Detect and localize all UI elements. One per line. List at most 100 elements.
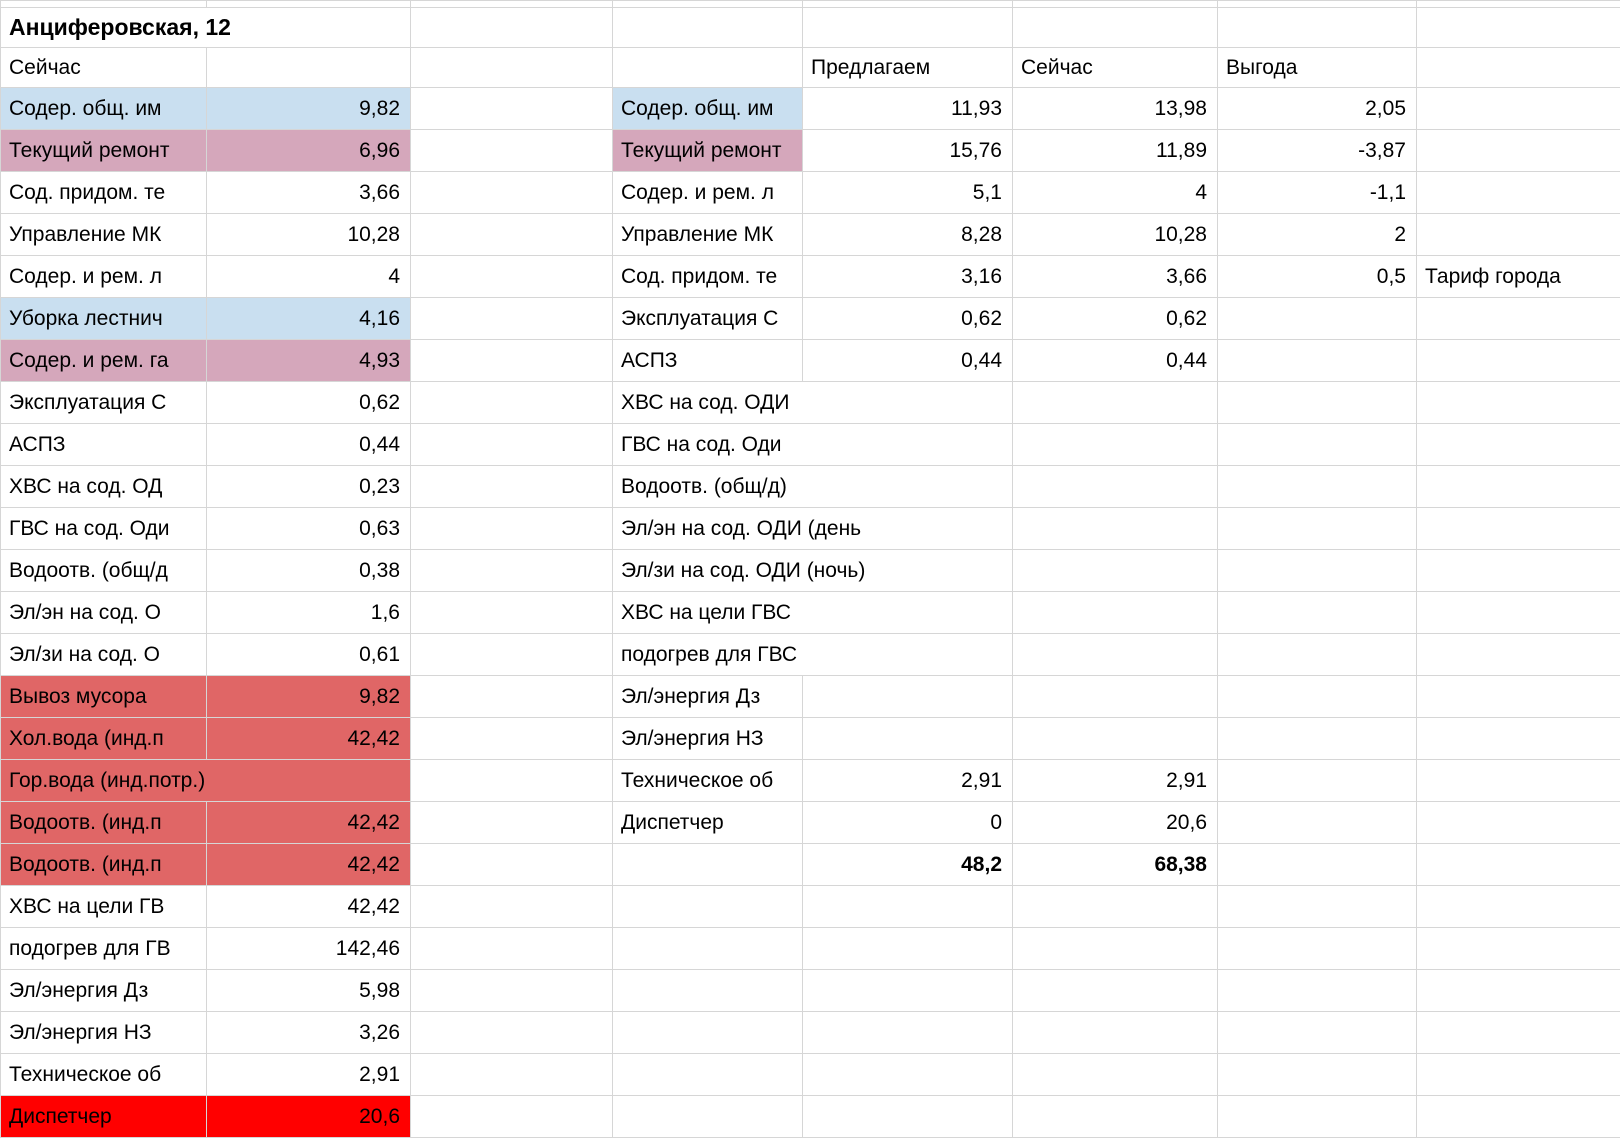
note-cell[interactable] — [1416, 171, 1620, 214]
value-cell[interactable]: 42,42 — [206, 843, 411, 886]
note-cell[interactable] — [1416, 675, 1620, 718]
service-label-cell[interactable]: Эксплуатация С — [0, 381, 207, 424]
offer-cell[interactable] — [802, 717, 1013, 760]
benefit-cell[interactable] — [1217, 675, 1417, 718]
empty-cell[interactable] — [1217, 1053, 1417, 1096]
value-cell[interactable]: 0,38 — [206, 549, 411, 592]
offer-cell[interactable]: 15,76 — [802, 129, 1013, 172]
service-label-cell[interactable]: ГВС на сод. Оди — [0, 507, 207, 550]
service-label-cell[interactable]: Эл/зи на сод. ОДИ (ночь) — [612, 549, 1013, 592]
offer-cell[interactable]: 11,93 — [802, 87, 1013, 130]
service-label-cell[interactable]: Содер. и рем. л — [612, 171, 803, 214]
current-cell[interactable] — [1012, 465, 1218, 508]
empty-cell[interactable] — [802, 927, 1013, 970]
value-cell[interactable]: 5,98 — [206, 969, 411, 1012]
current-cell[interactable] — [1012, 633, 1218, 676]
benefit-cell[interactable] — [1217, 507, 1417, 550]
empty-cell[interactable] — [410, 339, 613, 382]
value-cell[interactable]: 42,42 — [206, 717, 411, 760]
value-cell[interactable]: 0,63 — [206, 507, 411, 550]
benefit-cell[interactable] — [1217, 591, 1417, 634]
empty-cell[interactable] — [1012, 0, 1218, 8]
service-label-cell[interactable]: ХВС на цели ГВС — [612, 591, 1013, 634]
empty-cell[interactable] — [410, 1011, 613, 1054]
empty-cell[interactable] — [1012, 885, 1218, 928]
service-label-cell[interactable]: Эл/энергия Дз — [612, 675, 803, 718]
empty-cell[interactable] — [612, 0, 803, 8]
service-label-cell[interactable]: ХВС на сод. ОДИ — [612, 381, 1013, 424]
empty-cell[interactable] — [410, 171, 613, 214]
value-cell[interactable]: 3,66 — [206, 171, 411, 214]
left-now-header-cell[interactable]: Сейчас — [0, 47, 207, 88]
offer-cell[interactable]: 0,62 — [802, 297, 1013, 340]
service-label-cell[interactable]: ГВС на сод. Оди — [612, 423, 1013, 466]
note-cell[interactable] — [1416, 129, 1620, 172]
service-label-cell[interactable]: Текущий ремонт — [612, 129, 803, 172]
current-cell[interactable] — [1012, 381, 1218, 424]
service-label-cell[interactable]: Эл/эн на сод. О — [0, 591, 207, 634]
service-label-cell[interactable]: Эл/эн на сод. ОДИ (день — [612, 507, 1013, 550]
note-cell[interactable] — [1416, 339, 1620, 382]
value-cell[interactable]: 10,28 — [206, 213, 411, 256]
current-cell[interactable]: 20,6 — [1012, 801, 1218, 844]
empty-cell[interactable] — [1217, 1095, 1417, 1138]
service-label-cell[interactable]: Эл/зи на сод. О — [0, 633, 207, 676]
benefit-cell[interactable] — [1217, 717, 1417, 760]
empty-cell[interactable] — [1012, 927, 1218, 970]
current-cell[interactable]: 13,98 — [1012, 87, 1218, 130]
service-label-cell[interactable]: Текущий ремонт — [0, 129, 207, 172]
empty-cell[interactable] — [410, 7, 613, 48]
benefit-cell[interactable]: 0,5 — [1217, 255, 1417, 298]
value-cell[interactable]: 20,6 — [206, 1095, 411, 1138]
empty-cell[interactable] — [410, 633, 613, 676]
benefit-cell[interactable]: 2,05 — [1217, 87, 1417, 130]
note-cell[interactable] — [1416, 423, 1620, 466]
note-cell[interactable] — [1416, 549, 1620, 592]
value-cell[interactable]: 0,23 — [206, 465, 411, 508]
service-label-cell[interactable]: Управление МК — [0, 213, 207, 256]
benefit-cell[interactable]: 2 — [1217, 213, 1417, 256]
service-label-cell[interactable]: ХВС на сод. ОД — [0, 465, 207, 508]
current-cell[interactable]: 2,91 — [1012, 759, 1218, 802]
value-cell[interactable]: 142,46 — [206, 927, 411, 970]
service-label-cell[interactable]: Вывоз мусора — [0, 675, 207, 718]
empty-cell[interactable] — [410, 381, 613, 424]
service-label-cell[interactable]: Содер. и рем. л — [0, 255, 207, 298]
service-label-cell[interactable]: Водоотв. (инд.п — [0, 801, 207, 844]
note-cell[interactable] — [1416, 213, 1620, 256]
value-cell[interactable]: 0,62 — [206, 381, 411, 424]
empty-cell[interactable] — [1217, 843, 1417, 886]
service-label-cell[interactable]: Эл/энергия НЗ — [0, 1011, 207, 1054]
service-label-cell[interactable]: Уборка лестнич — [0, 297, 207, 340]
empty-cell[interactable] — [1416, 1011, 1620, 1054]
benefit-cell[interactable] — [1217, 465, 1417, 508]
offer-cell[interactable]: 5,1 — [802, 171, 1013, 214]
current-cell[interactable] — [1012, 591, 1218, 634]
empty-cell[interactable] — [802, 7, 1013, 48]
empty-cell[interactable] — [410, 927, 613, 970]
note-cell[interactable] — [1416, 717, 1620, 760]
benefit-cell[interactable] — [1217, 339, 1417, 382]
empty-cell[interactable] — [1217, 1011, 1417, 1054]
empty-cell[interactable] — [1416, 1095, 1620, 1138]
current-cell[interactable]: 10,28 — [1012, 213, 1218, 256]
empty-cell[interactable] — [1416, 927, 1620, 970]
service-label-cell[interactable]: Водоотв. (инд.п — [0, 843, 207, 886]
value-cell[interactable]: 4,93 — [206, 339, 411, 382]
empty-cell[interactable] — [1012, 969, 1218, 1012]
note-cell[interactable] — [1416, 759, 1620, 802]
service-label-cell[interactable]: АСПЗ — [612, 339, 803, 382]
empty-cell[interactable] — [410, 213, 613, 256]
empty-cell[interactable] — [1416, 1053, 1620, 1096]
empty-cell[interactable] — [410, 675, 613, 718]
benefit-cell[interactable] — [1217, 297, 1417, 340]
benefit-cell[interactable]: -1,1 — [1217, 171, 1417, 214]
service-label-cell[interactable]: Сод. придом. те — [0, 171, 207, 214]
empty-cell[interactable] — [410, 885, 613, 928]
empty-cell[interactable] — [410, 0, 613, 8]
value-cell[interactable]: 1,6 — [206, 591, 411, 634]
current-cell[interactable] — [1012, 549, 1218, 592]
service-label-cell[interactable]: Управление МК — [612, 213, 803, 256]
empty-cell[interactable] — [612, 927, 803, 970]
service-label-cell[interactable]: Водоотв. (общ/д — [0, 549, 207, 592]
